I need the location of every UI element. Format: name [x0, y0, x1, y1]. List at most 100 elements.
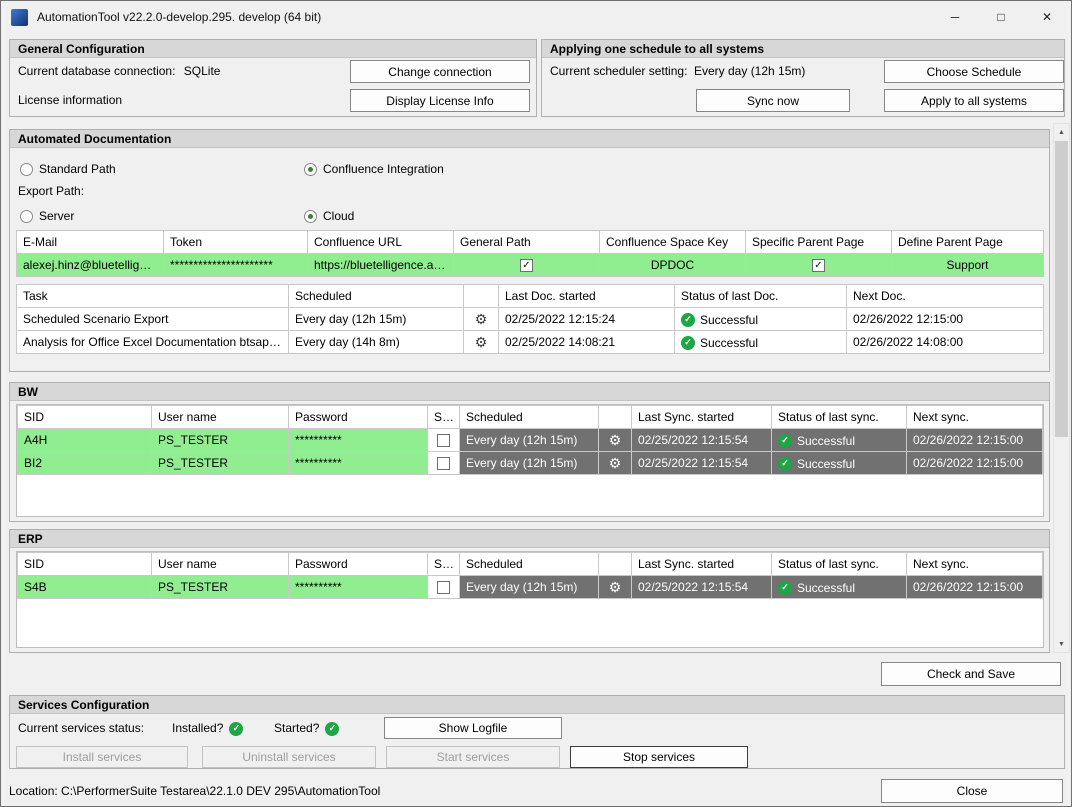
cloud-radio[interactable]: Cloud	[304, 207, 354, 225]
sid-cell[interactable]: S4B	[18, 576, 152, 599]
confluence-url-cell[interactable]: https://bluetelligence.atlas...	[308, 254, 454, 277]
maximize-button[interactable]: □	[978, 1, 1024, 33]
user-name-cell[interactable]: PS_TESTER	[152, 452, 289, 475]
schedule-gear-icon[interactable]: ⚙	[609, 455, 622, 471]
scroll-down-button[interactable]: ▼	[1054, 636, 1069, 652]
col-header-general-path[interactable]: General Path	[454, 231, 600, 254]
col-header-last-sync-started[interactable]: Last Sync. started	[632, 553, 772, 576]
col-header-user-name[interactable]: User name	[152, 406, 289, 429]
vertical-scrollbar[interactable]: ▲ ▼	[1053, 123, 1070, 653]
general-path-checkbox[interactable]: ✓	[520, 259, 533, 272]
col-header-confluence-url[interactable]: Confluence URL	[308, 231, 454, 254]
sync-now-button[interactable]: Sync now	[696, 89, 850, 112]
radio-checked-icon	[304, 210, 317, 223]
col-header-space-key[interactable]: Confluence Space Key	[600, 231, 746, 254]
services-status-label: Current services status:	[18, 717, 144, 740]
window-controls: ─ □ ✕	[932, 1, 1070, 33]
sync-cell	[428, 576, 460, 599]
confluence-header-row: E-Mail Token Confluence URL General Path…	[17, 231, 1044, 254]
password-cell[interactable]: **********	[289, 576, 428, 599]
license-info-label: License information	[18, 89, 122, 112]
scroll-up-button[interactable]: ▲	[1054, 124, 1069, 140]
display-license-button[interactable]: Display License Info	[350, 89, 530, 112]
col-header-token[interactable]: Token	[164, 231, 308, 254]
user-name-cell[interactable]: PS_TESTER	[152, 576, 289, 599]
email-cell[interactable]: alexej.hinz@bluetelligence...	[17, 254, 164, 277]
next-sync-cell: 02/26/2022 12:15:00	[907, 576, 1043, 599]
scheduled-cell: Every day (12h 15m)	[460, 576, 599, 599]
col-header-gear	[599, 406, 632, 429]
install-services-button: Install services	[16, 746, 188, 768]
sid-cell[interactable]: BI2	[18, 452, 152, 475]
col-header-sid[interactable]: SID	[18, 553, 152, 576]
col-header-user-name[interactable]: User name	[152, 553, 289, 576]
status-last-doc-cell: ✓ Successful	[675, 308, 847, 331]
sid-cell[interactable]: A4H	[18, 429, 152, 452]
col-header-scheduled[interactable]: Scheduled	[460, 553, 599, 576]
schedule-gear-icon[interactable]: ⚙	[609, 432, 622, 448]
col-header-specific-parent-page[interactable]: Specific Parent Page	[746, 231, 892, 254]
scrollbar-thumb[interactable]	[1055, 141, 1068, 437]
col-header-next-doc[interactable]: Next Doc.	[847, 285, 1044, 308]
app-icon	[11, 9, 28, 26]
define-parent-page-cell[interactable]: Support	[892, 254, 1044, 277]
app-window: AutomationTool v22.2.0-develop.295. deve…	[0, 0, 1072, 807]
bw-header-row: SID User name Password Sync. Scheduled L…	[18, 406, 1043, 429]
token-cell[interactable]: **********************	[164, 254, 308, 277]
close-window-button[interactable]: ✕	[1024, 1, 1070, 33]
col-header-next-sync[interactable]: Next sync.	[907, 406, 1043, 429]
col-header-scheduled[interactable]: Scheduled	[289, 285, 464, 308]
show-logfile-button[interactable]: Show Logfile	[384, 717, 562, 739]
schedule-gear-icon[interactable]: ⚙	[475, 334, 488, 350]
col-header-status-last-sync[interactable]: Status of last sync.	[772, 406, 907, 429]
col-header-sync[interactable]: Sync.	[428, 406, 460, 429]
minimize-button[interactable]: ─	[932, 1, 978, 33]
specific-parent-page-checkbox[interactable]: ✓	[812, 259, 825, 272]
col-header-task[interactable]: Task	[17, 285, 289, 308]
standard-path-radio[interactable]: Standard Path	[20, 160, 116, 178]
col-header-password[interactable]: Password	[289, 553, 428, 576]
choose-schedule-button[interactable]: Choose Schedule	[884, 60, 1064, 83]
automated-documentation-title: Automated Documentation	[10, 130, 1049, 148]
col-header-sid[interactable]: SID	[18, 406, 152, 429]
password-cell[interactable]: **********	[289, 452, 428, 475]
success-icon: ✓	[778, 581, 792, 595]
col-header-last-doc-started[interactable]: Last Doc. started	[499, 285, 675, 308]
stop-services-button[interactable]: Stop services	[570, 746, 748, 768]
success-icon: ✓	[778, 434, 792, 448]
apply-all-systems-button[interactable]: Apply to all systems	[884, 89, 1064, 112]
col-header-status-last-sync[interactable]: Status of last sync.	[772, 553, 907, 576]
sync-checkbox[interactable]	[437, 457, 450, 470]
check-icon: ✓	[522, 261, 530, 271]
col-header-scheduled[interactable]: Scheduled	[460, 406, 599, 429]
change-connection-button[interactable]: Change connection	[350, 60, 530, 83]
col-header-password[interactable]: Password	[289, 406, 428, 429]
server-radio[interactable]: Server	[20, 207, 74, 225]
user-name-cell[interactable]: PS_TESTER	[152, 429, 289, 452]
col-header-sync[interactable]: Sync.	[428, 553, 460, 576]
erp-group: ERP SID User name Password Sync. Schedul…	[9, 529, 1050, 653]
col-header-email[interactable]: E-Mail	[17, 231, 164, 254]
titlebar: AutomationTool v22.2.0-develop.295. deve…	[1, 1, 1071, 33]
scheduled-cell: Every day (12h 15m)	[289, 308, 464, 331]
erp-title: ERP	[10, 530, 1049, 548]
task-cell: Scheduled Scenario Export	[17, 308, 289, 331]
schedule-gear-icon[interactable]: ⚙	[609, 579, 622, 595]
space-key-cell[interactable]: DPDOC	[600, 254, 746, 277]
close-button[interactable]: Close	[881, 779, 1063, 803]
specific-parent-page-cell: ✓	[746, 254, 892, 277]
col-header-status-last-doc[interactable]: Status of last Doc.	[675, 285, 847, 308]
general-path-cell: ✓	[454, 254, 600, 277]
col-header-last-sync-started[interactable]: Last Sync. started	[632, 406, 772, 429]
password-cell[interactable]: **********	[289, 429, 428, 452]
col-header-next-sync[interactable]: Next sync.	[907, 553, 1043, 576]
started-label: Started?	[274, 717, 319, 740]
radio-checked-icon	[304, 163, 317, 176]
check-and-save-button[interactable]: Check and Save	[881, 662, 1061, 686]
schedule-gear-icon[interactable]: ⚙	[475, 311, 488, 327]
bw-group: BW SID User name Password Sync. Schedule…	[9, 382, 1050, 522]
sync-checkbox[interactable]	[437, 434, 450, 447]
sync-checkbox[interactable]	[437, 581, 450, 594]
confluence-integration-radio[interactable]: Confluence Integration	[304, 160, 444, 178]
col-header-define-parent-page[interactable]: Define Parent Page	[892, 231, 1044, 254]
